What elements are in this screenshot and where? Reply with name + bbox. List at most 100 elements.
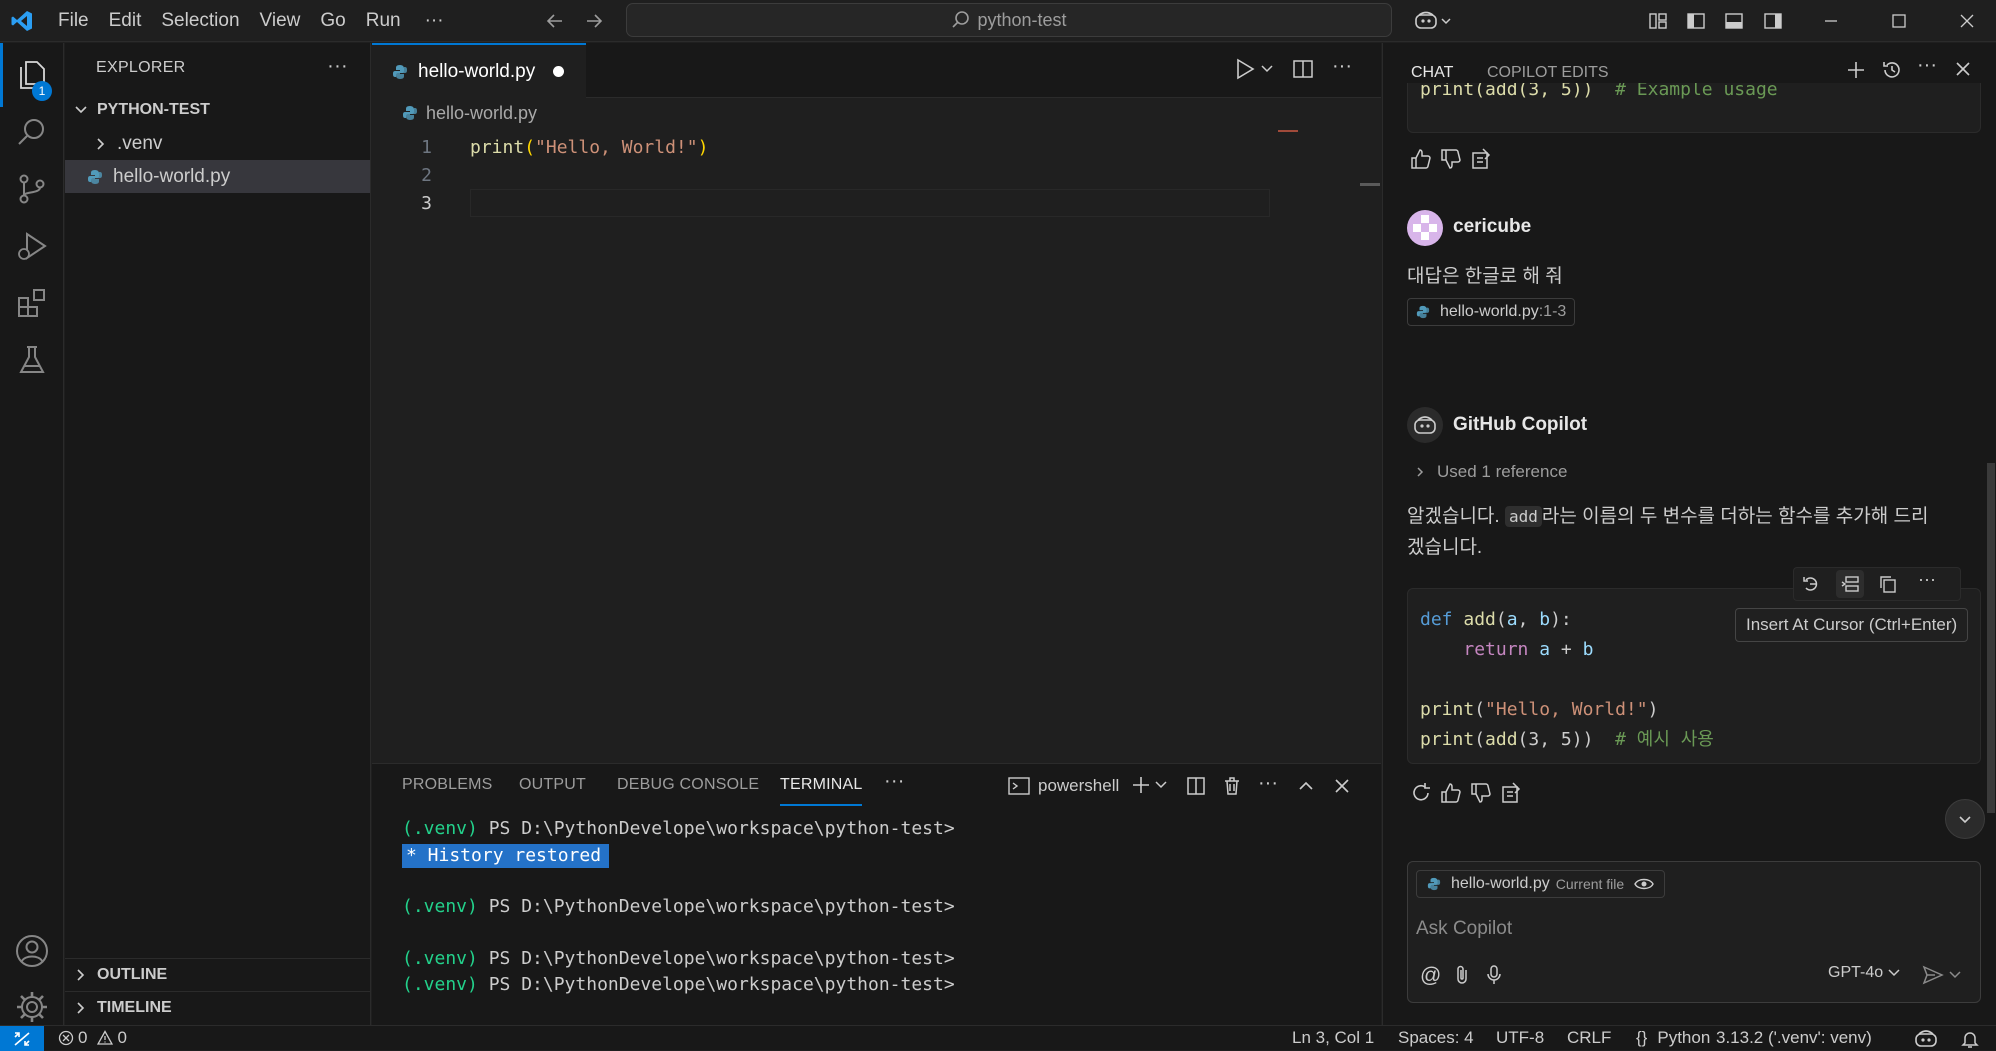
apply-in-editor-icon[interactable] xyxy=(1802,574,1822,594)
tab-hello-world[interactable]: hello-world.py xyxy=(372,43,586,98)
back-arrow-icon[interactable] xyxy=(540,6,570,36)
minimize-icon[interactable] xyxy=(1816,6,1846,36)
encoding[interactable]: UTF-8 xyxy=(1496,1028,1544,1048)
notifications-bell-icon[interactable] xyxy=(1960,1029,1980,1049)
code-lines: def add(a, b): return a + b print("Hello… xyxy=(1420,605,1714,755)
attached-file-chip[interactable]: hello-world.py Current file xyxy=(1416,870,1666,898)
user-reference-chip[interactable]: hello-world.py:1-3 xyxy=(1407,298,1576,326)
timeline-section[interactable]: TIMELINE xyxy=(65,991,371,1024)
outline-section[interactable]: OUTLINE xyxy=(65,958,371,991)
menu-selection[interactable]: Selection xyxy=(151,0,249,42)
panel-more-button[interactable]: ··· xyxy=(884,770,905,793)
code-token: a xyxy=(1539,639,1551,660)
menu-view[interactable]: View xyxy=(250,0,311,42)
status-bar: 0 0 Ln 3, Col 1 Spaces: 4 UTF-8 CRLF {} … xyxy=(0,1025,1996,1051)
copilot-status-icon[interactable] xyxy=(1914,1029,1938,1049)
menu-run[interactable]: Run xyxy=(356,0,411,42)
chat-input-field[interactable]: Ask Copilot xyxy=(1416,914,1972,944)
new-chat-icon[interactable] xyxy=(1845,59,1867,81)
forward-arrow-icon[interactable] xyxy=(579,6,609,36)
editor-tab-bar: hello-world.py ··· xyxy=(372,43,1381,98)
send-icon[interactable] xyxy=(1922,964,1962,986)
tree-item-hello-world[interactable]: hello-world.py xyxy=(65,160,370,193)
accounts-icon[interactable] xyxy=(0,919,64,983)
maximize-panel-icon[interactable] xyxy=(1296,776,1316,796)
code-area[interactable]: 1 print("Hello, World!") 2 3 xyxy=(372,130,1380,760)
close-panel-icon[interactable] xyxy=(1332,776,1352,796)
eye-icon[interactable] xyxy=(1634,877,1654,891)
search-icon[interactable] xyxy=(0,100,64,164)
remote-indicator-icon[interactable] xyxy=(0,1026,44,1051)
command-center-label: python-test xyxy=(977,9,1067,30)
thumbs-up-icon[interactable] xyxy=(1439,781,1463,805)
menu-more-button[interactable]: ··· xyxy=(415,0,454,42)
run-debug-icon[interactable] xyxy=(0,214,64,278)
close-chat-icon[interactable] xyxy=(1953,59,1973,79)
code-block-more-icon[interactable]: ··· xyxy=(1918,569,1936,590)
tree-item-venv[interactable]: .venv xyxy=(65,127,370,160)
indentation[interactable]: Spaces: 4 xyxy=(1398,1028,1474,1048)
testing-icon[interactable] xyxy=(0,328,64,392)
editor-more-icon[interactable]: ··· xyxy=(1332,55,1352,78)
copilot-icon[interactable] xyxy=(1410,6,1456,36)
tab-problems[interactable]: PROBLEMS xyxy=(402,776,493,794)
python-interpreter[interactable]: 3.13.2 ('.venv': venv) xyxy=(1716,1028,1872,1048)
thumbs-down-icon[interactable] xyxy=(1469,781,1493,805)
tab-chat[interactable]: CHAT xyxy=(1411,64,1453,82)
explorer-more-button[interactable]: ··· xyxy=(327,55,348,78)
mention-icon[interactable]: @ xyxy=(1420,964,1441,988)
terminal-more-icon[interactable]: ··· xyxy=(1258,772,1278,795)
chat-more-icon[interactable]: ··· xyxy=(1917,54,1937,77)
split-terminal-icon[interactable] xyxy=(1186,776,1206,796)
new-terminal-icon[interactable] xyxy=(1130,774,1168,796)
report-issue-icon[interactable] xyxy=(1499,781,1523,805)
run-python-file-icon[interactable] xyxy=(1234,57,1274,81)
menu-edit[interactable]: Edit xyxy=(99,0,152,42)
end-of-line[interactable]: CRLF xyxy=(1567,1028,1611,1048)
tab-copilot-edits[interactable]: COPILOT EDITS xyxy=(1487,64,1609,82)
chat-scrollbar[interactable] xyxy=(1987,463,1995,813)
menu-file[interactable]: File xyxy=(48,0,99,42)
history-icon[interactable] xyxy=(1881,59,1903,81)
tab-terminal[interactable]: TERMINAL xyxy=(780,776,863,794)
split-editor-icon[interactable] xyxy=(1292,58,1314,80)
source-control-icon[interactable] xyxy=(0,157,64,221)
problems-indicator[interactable]: 0 0 xyxy=(58,1028,127,1048)
command-center-search[interactable]: python-test xyxy=(626,3,1392,37)
insert-at-cursor-icon[interactable] xyxy=(1836,570,1864,598)
retry-icon[interactable] xyxy=(1409,781,1433,805)
trash-icon[interactable] xyxy=(1222,776,1242,796)
customize-layout-icon[interactable] xyxy=(1643,6,1673,36)
copy-icon[interactable] xyxy=(1878,574,1898,594)
attach-icon[interactable] xyxy=(1452,964,1472,986)
folder-python-test[interactable]: PYTHON-TEST xyxy=(65,93,370,127)
explorer-header: EXPLORER ··· xyxy=(65,43,370,93)
cursor-position[interactable]: Ln 3, Col 1 xyxy=(1292,1028,1374,1048)
language-mode[interactable]: {} Python xyxy=(1636,1028,1710,1048)
terminal-shell-selector[interactable]: powershell xyxy=(1008,776,1119,796)
thumbs-up-icon[interactable] xyxy=(1409,147,1433,171)
breadcrumb-file[interactable]: hello-world.py xyxy=(426,103,537,124)
unsaved-dot-icon[interactable] xyxy=(553,66,565,77)
used-reference-toggle[interactable]: Used 1 reference xyxy=(1413,462,1567,482)
toggle-panel-icon[interactable] xyxy=(1719,6,1749,36)
previous-code-block[interactable]: print(add(3, 5)) # Example usage xyxy=(1407,83,1981,133)
scroll-down-icon[interactable] xyxy=(1945,799,1985,839)
thumbs-down-icon[interactable] xyxy=(1439,147,1463,171)
tab-debug-console[interactable]: DEBUG CONSOLE xyxy=(617,776,759,794)
microphone-icon[interactable] xyxy=(1484,964,1504,986)
toggle-primary-sidebar-icon[interactable] xyxy=(1681,6,1711,36)
close-window-icon[interactable] xyxy=(1952,6,1982,36)
explorer-sidebar: EXPLORER ··· PYTHON-TEST .venv hello-wor… xyxy=(65,43,371,1025)
report-issue-icon[interactable] xyxy=(1469,147,1493,171)
extensions-icon[interactable] xyxy=(0,271,64,335)
code-token: "Hello, World!" xyxy=(535,136,698,158)
explorer-icon[interactable]: 1 xyxy=(0,43,64,107)
code-token: print xyxy=(1420,729,1475,750)
menu-go[interactable]: Go xyxy=(310,0,355,42)
maximize-icon[interactable] xyxy=(1884,6,1914,36)
code-token: # 예시 사용 xyxy=(1615,729,1714,750)
model-picker[interactable]: GPT-4o xyxy=(1828,964,1901,982)
tab-output[interactable]: OUTPUT xyxy=(519,776,586,794)
toggle-secondary-sidebar-icon[interactable] xyxy=(1758,6,1788,36)
